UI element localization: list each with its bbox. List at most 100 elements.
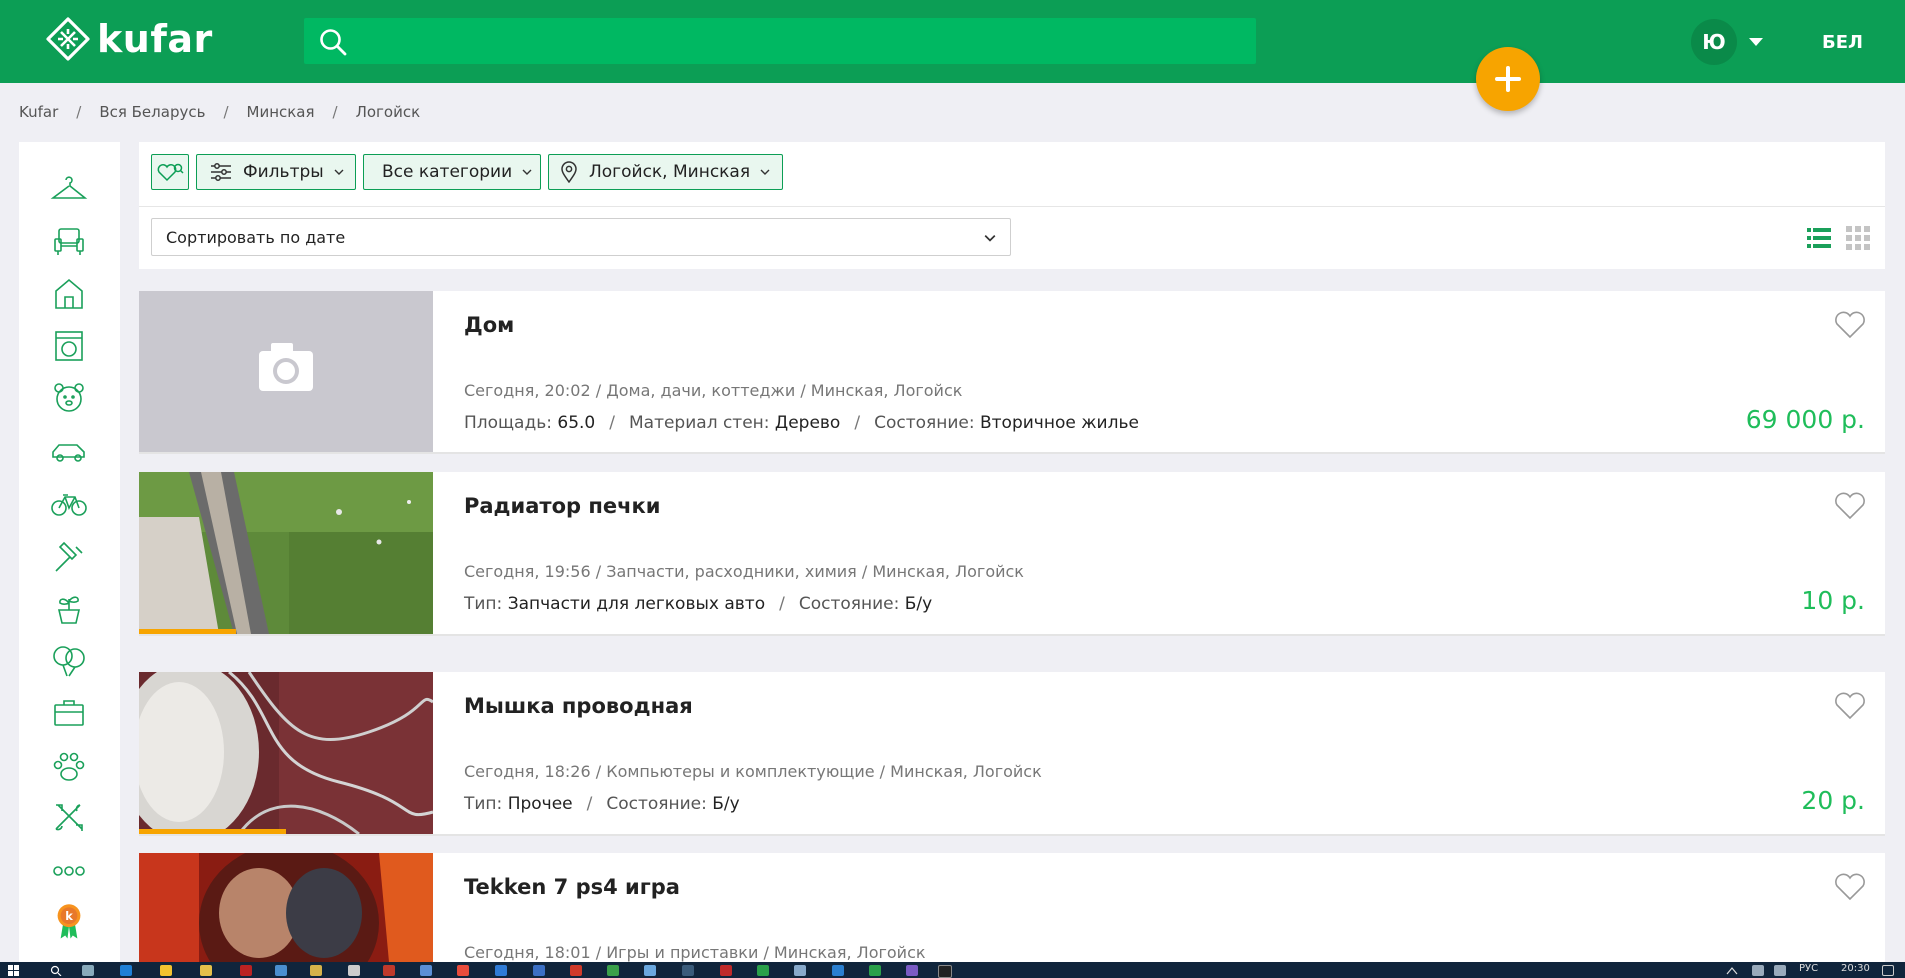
- clock[interactable]: 20:30: [1841, 963, 1870, 974]
- app-icon[interactable]: [310, 965, 322, 976]
- search-icon[interactable]: [318, 27, 348, 57]
- sort-bar: Сортировать по дате: [139, 207, 1885, 269]
- chevron-down-icon: [522, 169, 532, 175]
- balloons-icon[interactable]: [50, 642, 88, 680]
- listing-image[interactable]: [139, 672, 433, 834]
- steam-icon[interactable]: [682, 965, 694, 976]
- filezilla-icon[interactable]: [570, 965, 582, 976]
- svg-text:k: k: [65, 909, 73, 923]
- app-icon[interactable]: [757, 965, 769, 976]
- listing-title[interactable]: Радиатор печки: [464, 494, 661, 518]
- hammer-icon[interactable]: [50, 537, 88, 575]
- image-progress-bar: [139, 829, 286, 834]
- listing-card[interactable]: Радиатор печки Сегодня, 19:56 / Запчасти…: [139, 472, 1885, 636]
- more-dots-icon[interactable]: [50, 852, 88, 890]
- teddy-bear-icon[interactable]: [50, 379, 88, 417]
- notifications-icon[interactable]: [1882, 965, 1894, 976]
- tools-icon[interactable]: [50, 799, 88, 837]
- app-icon[interactable]: [832, 965, 844, 976]
- house-icon[interactable]: [50, 275, 88, 313]
- kufar-badge-icon[interactable]: k: [50, 902, 88, 952]
- app-icon[interactable]: [275, 965, 287, 976]
- app-icon[interactable]: [420, 965, 432, 976]
- categories-dropdown[interactable]: Все категории: [363, 154, 541, 190]
- listing-title[interactable]: Мышка проводная: [464, 694, 693, 718]
- briefcase-icon[interactable]: [50, 694, 88, 732]
- filters-button[interactable]: Фильтры: [196, 154, 356, 190]
- bicycle-icon[interactable]: [50, 484, 88, 522]
- edge-icon[interactable]: [120, 965, 132, 976]
- plus-icon: [1495, 66, 1521, 92]
- network-icon[interactable]: [1752, 965, 1764, 976]
- listing-meta: Сегодня, 18:01 / Игры и приставки / Минс…: [464, 943, 926, 962]
- app-icon[interactable]: [938, 965, 952, 978]
- listing-price: 69 000 р.: [1745, 405, 1865, 434]
- breadcrumb-item[interactable]: Логойск: [356, 103, 421, 121]
- search-input[interactable]: [360, 18, 1244, 66]
- heart-icon[interactable]: [1833, 309, 1867, 339]
- plant-pot-icon[interactable]: [50, 589, 88, 627]
- listing-title[interactable]: Дом: [464, 313, 514, 337]
- sort-select[interactable]: Сортировать по дате: [151, 218, 1011, 256]
- grid-view-icon[interactable]: [1846, 226, 1870, 250]
- search-icon[interactable]: [50, 965, 62, 976]
- listing-image[interactable]: [139, 472, 433, 634]
- app-icon[interactable]: [644, 965, 656, 976]
- windows-start-icon[interactable]: [8, 965, 20, 976]
- task-view-icon[interactable]: [82, 965, 94, 976]
- breadcrumb-item[interactable]: Вся Беларусь: [99, 103, 205, 121]
- breadcrumb-item[interactable]: Kufar: [19, 103, 58, 121]
- breadcrumb-item[interactable]: Минская: [247, 103, 315, 121]
- app-icon[interactable]: [495, 965, 507, 976]
- listing-card[interactable]: Tekken 7 ps4 игра Сегодня, 18:01 / Игры …: [139, 853, 1885, 962]
- listing-image-placeholder[interactable]: [139, 291, 433, 452]
- listing-card[interactable]: Дом Сегодня, 20:02 / Дома, дачи, коттедж…: [139, 291, 1885, 454]
- app-icon[interactable]: [200, 965, 212, 976]
- app-icon[interactable]: [607, 965, 619, 976]
- volume-icon[interactable]: [1774, 965, 1786, 976]
- car-icon[interactable]: [50, 432, 88, 470]
- top-header: kufar Ю БЕЛ: [0, 0, 1905, 83]
- list-view-icon[interactable]: [1807, 226, 1831, 250]
- app-icon[interactable]: [869, 965, 881, 976]
- listing-params: Тип: Запчасти для легковых авто / Состояни…: [464, 594, 933, 614]
- app-icon[interactable]: [794, 965, 806, 976]
- app-icon[interactable]: [383, 965, 395, 976]
- listing-card[interactable]: Мышка проводная Сегодня, 18:26 / Компьют…: [139, 672, 1885, 836]
- app-icon[interactable]: [240, 965, 252, 976]
- listing-meta: Сегодня, 18:26 / Компьютеры и комплектую…: [464, 762, 1042, 781]
- chevron-down-icon[interactable]: [1749, 38, 1763, 46]
- location-dropdown[interactable]: Логойск, Минская: [548, 154, 783, 190]
- kufar-logo-icon: [46, 17, 90, 61]
- app-icon[interactable]: [720, 965, 732, 976]
- input-language[interactable]: РУС: [1799, 963, 1818, 974]
- search-bar[interactable]: [304, 18, 1256, 66]
- listing-price: 10 р.: [1801, 586, 1865, 615]
- add-listing-button[interactable]: [1476, 47, 1540, 111]
- kufar-logo[interactable]: kufar: [45, 16, 213, 62]
- chrome-icon[interactable]: [457, 965, 469, 976]
- heart-icon[interactable]: [1833, 690, 1867, 720]
- save-search-button[interactable]: [151, 154, 189, 190]
- chevron-down-icon: [984, 235, 996, 242]
- categories-label: Все категории: [382, 162, 513, 182]
- washing-machine-icon[interactable]: [50, 327, 88, 365]
- listing-title[interactable]: Tekken 7 ps4 игра: [464, 875, 680, 899]
- heart-icon[interactable]: [1833, 490, 1867, 520]
- filter-bar: Фильтры Все категории Логойск, Минская: [139, 142, 1885, 207]
- user-avatar[interactable]: Ю: [1691, 19, 1737, 65]
- language-switch[interactable]: БЕЛ: [1822, 32, 1863, 53]
- clothes-hanger-icon[interactable]: [50, 170, 88, 208]
- armchair-icon[interactable]: [50, 222, 88, 260]
- os-taskbar: РУС 20:30: [0, 962, 1905, 978]
- heart-icon[interactable]: [1833, 871, 1867, 901]
- calculator-icon[interactable]: [348, 965, 360, 976]
- listing-image[interactable]: [139, 853, 433, 962]
- chevron-up-icon[interactable]: [1726, 966, 1738, 975]
- paw-icon[interactable]: [50, 747, 88, 785]
- listing-params: Площадь: 65.0/Материал стен: Дерево / Сост…: [464, 413, 1139, 433]
- file-explorer-icon[interactable]: [160, 965, 172, 976]
- app-icon[interactable]: [533, 965, 545, 976]
- viber-icon[interactable]: [906, 965, 918, 976]
- camera-icon: [259, 343, 313, 391]
